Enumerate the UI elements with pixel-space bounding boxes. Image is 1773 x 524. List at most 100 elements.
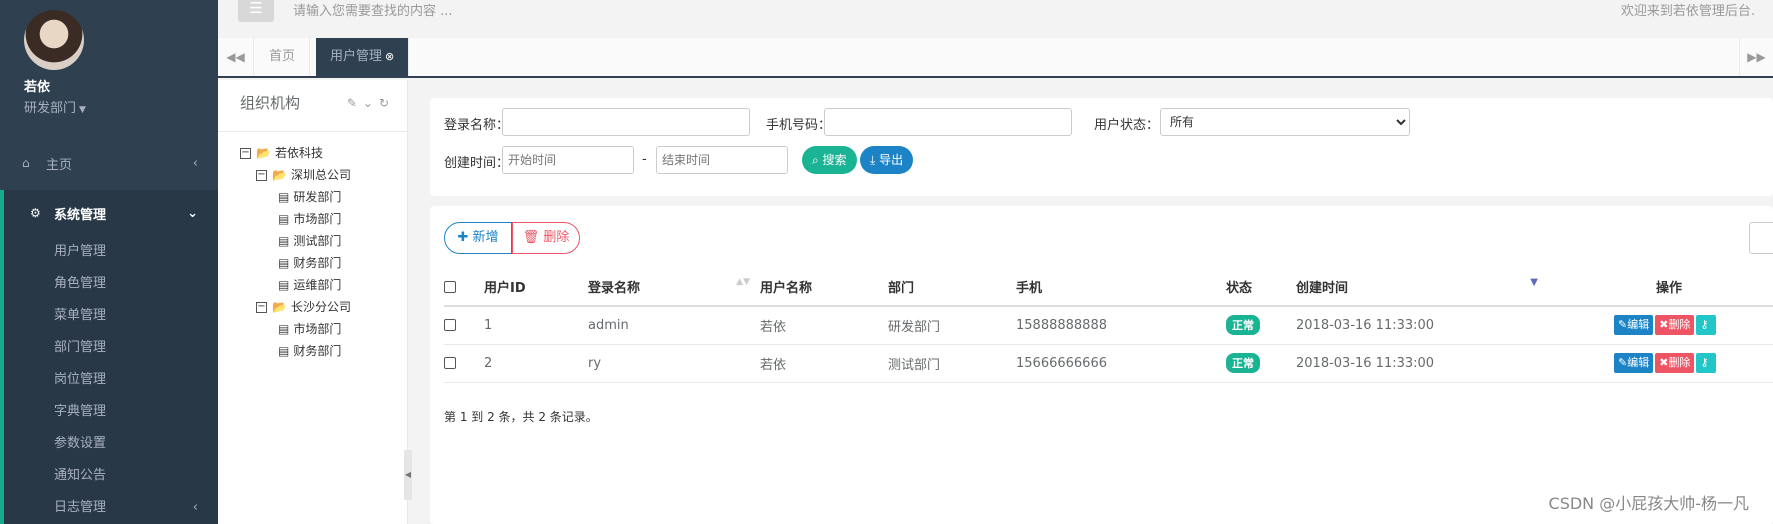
row-select-cell [444,306,484,345]
status-badge: 正常 [1226,315,1260,336]
column-header-phone[interactable]: 手机 [1016,268,1226,307]
file-icon: ▤ [278,344,290,358]
column-header-login[interactable]: 登录名称 ▲▼ [588,268,760,307]
sidebar-item-notice[interactable]: 通知公告 [4,460,218,492]
user-dept-label: 研发部门 [24,101,77,116]
tab-home[interactable]: 首页 [255,38,311,76]
delete-button[interactable]: ✖删除 [1655,353,1695,373]
tree-node-leaf[interactable]: ▤ 财务部门 [240,340,407,362]
edit-button[interactable]: ✎编辑 [1614,353,1654,373]
reset-password-button[interactable]: ⚷ [1696,353,1717,373]
tab-user-management[interactable]: 用户管理 ⊗ [316,38,410,76]
reset-password-button[interactable]: ⚷ [1696,315,1717,336]
sidebar-item-system[interactable]: ⚙ 系统管理 ⌄ [0,190,218,236]
column-header-status[interactable]: 状态 [1226,268,1296,307]
collapse-icon[interactable]: − [256,302,267,313]
row-checkbox[interactable] [444,319,456,332]
cell-name: 若依 [760,344,888,383]
user-table-panel: ✚ 新增 🗑 删除 用户ID 登录名称 ▲▼ 用户名称 部门 手机 状态 创建时间… [430,206,1773,524]
sidebar-item-home[interactable]: ⌂ 主页 ‹ [0,140,218,186]
column-header-id[interactable]: 用户ID [484,268,588,307]
delete-button[interactable]: ✖删除 [1655,315,1695,336]
sidebar-item-roles[interactable]: 角色管理 [4,268,218,300]
table-row[interactable]: 2 ry 若依 测试部门 15666666666 正常 2018-03-16 1… [444,344,1773,383]
phone-label: 手机号码： [766,118,832,133]
avatar[interactable] [24,10,84,70]
caret-down-icon: ▼ [79,105,86,115]
user-dept-dropdown[interactable]: 研发部门 ▼ [24,97,218,116]
search-icon: ⌕ [812,153,823,167]
tabs-scroll-right-button[interactable]: ▶▶ [1739,38,1773,76]
edit-button[interactable]: ✎编辑 [1614,315,1654,336]
login-name-input[interactable] [502,108,750,136]
global-search-input[interactable]: 请输入您需要查找的内容 ... [293,0,453,19]
row-select-cell [444,344,484,383]
sidebar-item-dicts[interactable]: 字典管理 [4,396,218,428]
sidebar-item-config[interactable]: 参数设置 [4,428,218,460]
export-button[interactable]: ⤓ 导出 [860,146,914,174]
cell-phone: 15666666666 [1016,344,1226,383]
chevron-down-icon[interactable]: ⌄ [363,96,379,110]
collapse-icon[interactable]: − [256,170,267,181]
table-row[interactable]: 1 admin 若依 研发部门 15888888888 正常 2018-03-1… [444,306,1773,345]
sidebar-item-depts[interactable]: 部门管理 [4,332,218,364]
tabs-scroll-left-button[interactable]: ◀◀ [218,38,254,76]
tree-node-leaf[interactable]: ▤ 财务部门 [240,252,407,274]
search-button[interactable]: ⌕ 搜索 [802,146,857,174]
edit-icon: ✎ [1618,318,1628,332]
status-badge: 正常 [1226,353,1260,373]
edit-icon[interactable]: ✎ [347,96,363,110]
tree-node-root[interactable]: − 📂 若依科技 [240,142,407,164]
gear-icon: ⚙ [30,206,41,220]
key-icon: ⚷ [1700,356,1709,369]
cell-actions: ✎编辑 ✖删除 ⚷ [1548,306,1773,345]
tree-node-branch[interactable]: − 📂 长沙分公司 [240,296,407,318]
tree-node-leaf[interactable]: ▤ 市场部门 [240,208,407,230]
export-button-label: 导出 [879,153,904,167]
sidebar-item-posts[interactable]: 岗位管理 [4,364,218,396]
column-header-name[interactable]: 用户名称 [760,268,888,307]
cell-created: 2018-03-16 11:33:00 [1296,306,1548,345]
tree-node-label: 深圳总公司 [290,168,351,182]
column-header-dept[interactable]: 部门 [888,268,1016,307]
tree-node-leaf[interactable]: ▤ 运维部门 [240,274,407,296]
column-header-created[interactable]: 创建时间 ▼ [1296,268,1548,307]
phone-input[interactable] [824,108,1072,136]
close-icon[interactable]: ⊗ [385,50,394,63]
add-user-button[interactable]: ✚ 新增 [444,222,512,254]
sidebar-nav: ⌂ 主页 ‹ ⚙ 系统管理 ⌄ 用户管理 角色管理 菜单管理 部门管理 岗位管理… [0,140,218,524]
chevron-left-icon: ‹ [192,155,198,171]
status-select[interactable]: 所有 [1160,108,1410,136]
delete-users-button[interactable]: 🗑 删除 [512,222,580,254]
panel-splitter[interactable]: ◀ [404,450,412,500]
edit-button-label: 编辑 [1627,356,1650,369]
row-checkbox[interactable] [444,357,456,369]
select-all-checkbox[interactable] [444,280,456,293]
delete-button-label: 删除 [1668,318,1691,332]
column-header-label: 创建时间 [1296,281,1349,296]
search-form: 登录名称： 手机号码： 用户状态： 所有 创建时间： - ⌕ 搜索 ⤓ 导出 [430,98,1773,196]
cell-dept: 研发部门 [888,306,1016,345]
refresh-icon[interactable]: ↻ [379,96,395,110]
folder-open-icon: 📂 [272,168,287,182]
table-refresh-button[interactable] [1749,222,1773,254]
add-button-label: 新增 [472,230,499,245]
home-icon: ⌂ [22,156,30,170]
tree-node-branch[interactable]: − 📂 深圳总公司 [240,164,407,186]
tree-node-leaf[interactable]: ▤ 市场部门 [240,318,407,340]
tree-node-leaf[interactable]: ▤ 研发部门 [240,186,407,208]
cell-login: ry [588,344,760,383]
collapse-icon[interactable]: − [240,148,251,159]
welcome-text: 欢迎来到若依管理后台. [1620,4,1755,19]
sidebar-item-menus[interactable]: 菜单管理 [4,300,218,332]
sort-desc-icon: ▼ [1530,277,1538,288]
menu-toggle-button[interactable]: ☰ [238,0,274,22]
end-time-input[interactable] [656,146,788,174]
sidebar-item-users[interactable]: 用户管理 [4,236,218,268]
sidebar: 若依 研发部门 ▼ ⌂ 主页 ‹ ⚙ 系统管理 ⌄ 用户管理 角色管理 菜单管理 … [0,0,218,524]
start-time-input[interactable] [502,146,634,174]
sidebar-item-logs[interactable]: 日志管理 ‹ [4,492,218,524]
download-icon: ⤓ [870,153,880,167]
tree-node-leaf[interactable]: ▤ 测试部门 [240,230,407,252]
chevron-down-icon: ⌄ [187,205,198,221]
